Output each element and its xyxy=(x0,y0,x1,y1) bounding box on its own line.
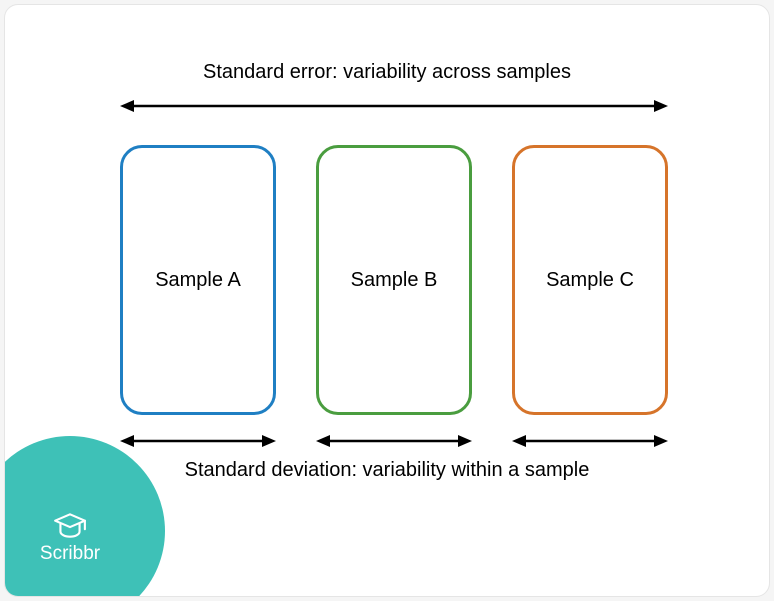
sample-box-c: Sample C xyxy=(512,145,668,415)
top-double-arrow xyxy=(120,98,668,114)
sample-label: Sample C xyxy=(546,269,634,292)
sample-box-a: Sample A xyxy=(120,145,276,415)
sample-label: Sample A xyxy=(155,269,241,292)
sample-box-b: Sample B xyxy=(316,145,472,415)
brand-name: Scribbr xyxy=(40,543,100,565)
small-arrow-b xyxy=(316,433,472,449)
diagram-content: Standard error: variability across sampl… xyxy=(5,5,769,596)
samples-row: Sample A Sample B Sample C xyxy=(120,145,668,415)
small-arrow-c xyxy=(512,433,668,449)
top-label: Standard error: variability across sampl… xyxy=(5,61,769,84)
bottom-arrows-row xyxy=(120,433,668,449)
graduation-cap-icon xyxy=(53,509,87,543)
sample-label: Sample B xyxy=(351,269,438,292)
small-arrow-a xyxy=(120,433,276,449)
diagram-card: Standard error: variability across sampl… xyxy=(4,4,770,597)
